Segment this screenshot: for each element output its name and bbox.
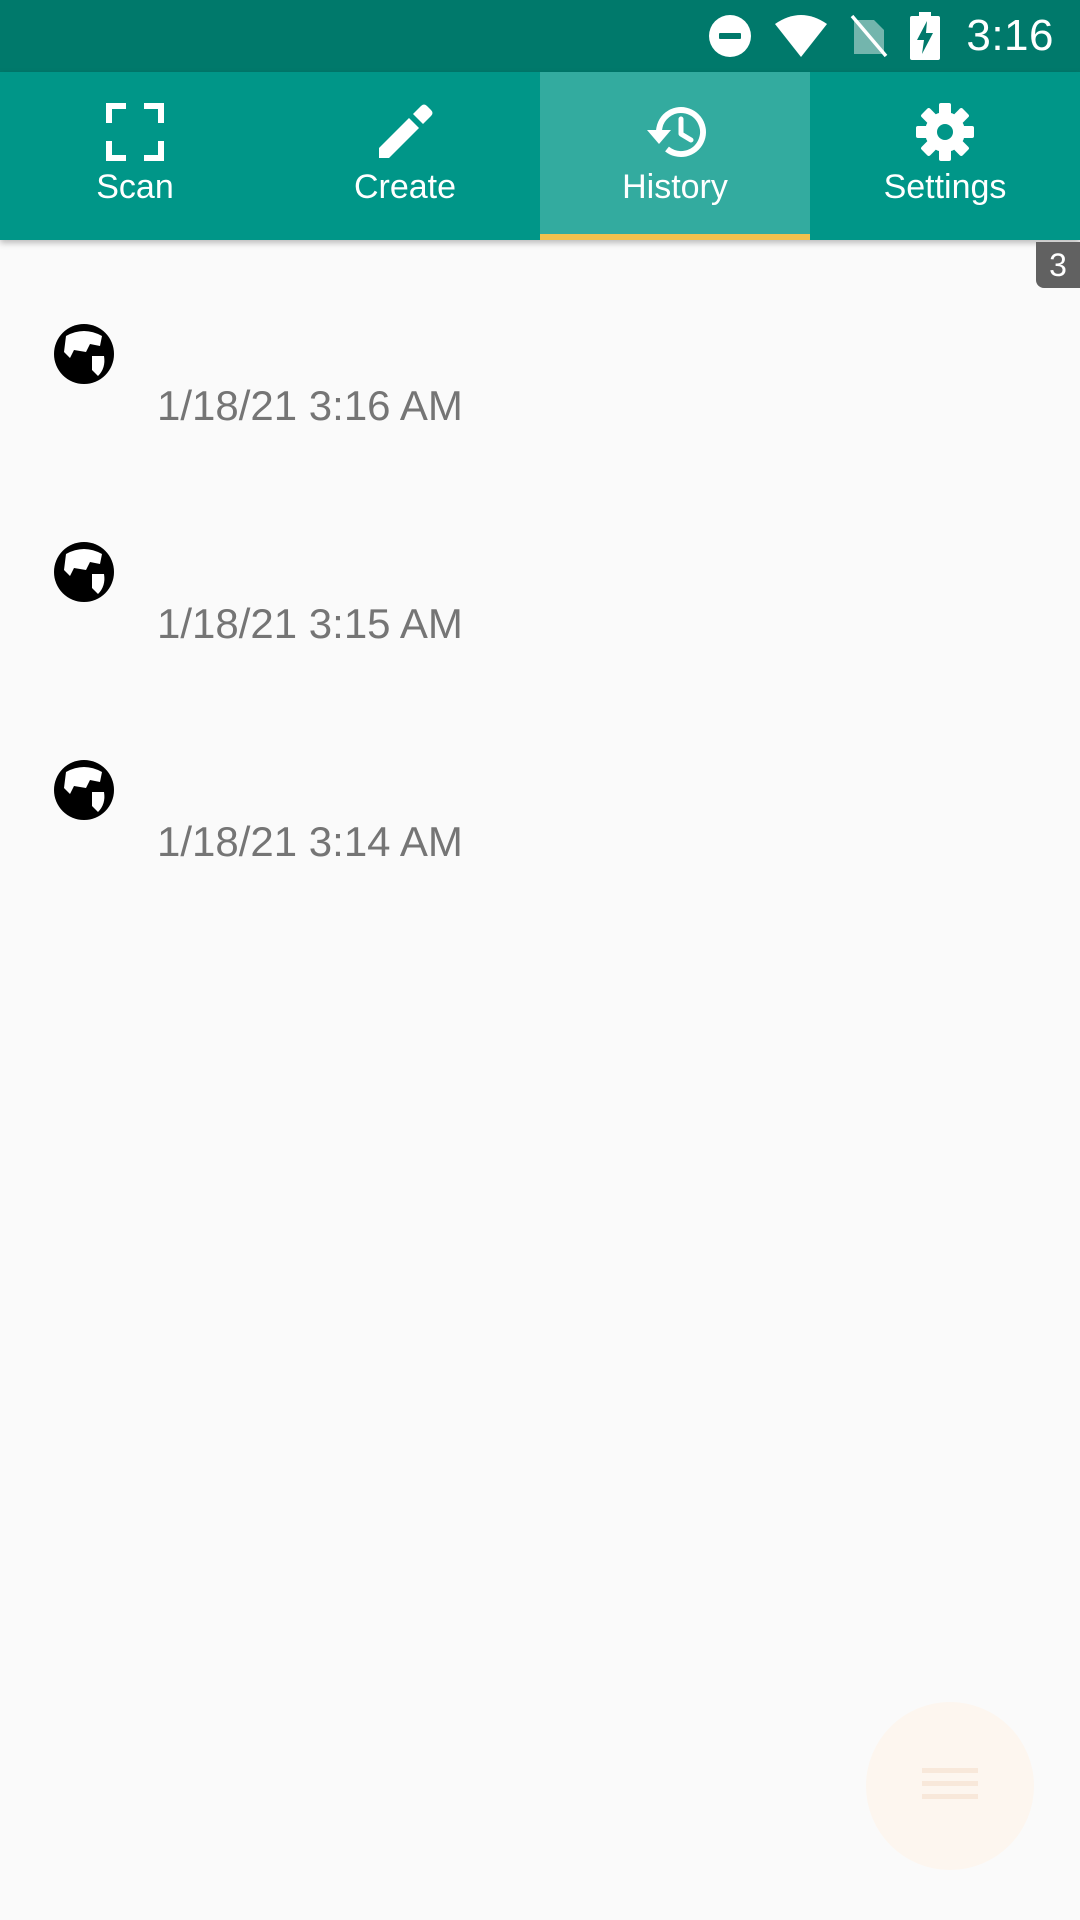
status-bar: 3:16: [0, 0, 1080, 72]
history-item[interactable]: 1/18/21 3:14 AM: [0, 676, 1080, 894]
active-tab-indicator: [540, 234, 810, 240]
history-count-badge: 3: [1036, 242, 1080, 288]
history-icon: [643, 100, 707, 164]
tab-label-create: Create: [353, 168, 457, 206]
menu-fab-button[interactable]: [866, 1702, 1034, 1870]
tab-label-history: History: [622, 168, 728, 206]
history-item[interactable]: 1/18/21 3:16 AM: [0, 240, 1080, 458]
globe-icon: [52, 758, 116, 822]
tab-history[interactable]: History: [540, 72, 810, 240]
battery-charging-icon: [910, 12, 941, 60]
gear-icon: [913, 100, 977, 164]
history-item-time: 1/18/21 3:14 AM: [157, 818, 463, 865]
menu-icon: [920, 1762, 980, 1811]
globe-icon: [52, 322, 116, 386]
wifi-icon: [774, 14, 828, 58]
tab-create[interactable]: Create: [270, 72, 540, 240]
history-item-time: 1/18/21 3:15 AM: [157, 600, 463, 647]
no-sim-icon: [850, 14, 888, 58]
scan-icon: [103, 100, 167, 164]
globe-icon: [52, 540, 116, 604]
pencil-icon: [373, 100, 437, 164]
tab-scan[interactable]: Scan: [0, 72, 270, 240]
history-item[interactable]: 1/18/21 3:15 AM: [0, 458, 1080, 676]
do-not-disturb-icon: [708, 14, 752, 58]
tab-label-scan: Scan: [96, 168, 174, 206]
tab-bar: Scan Create History Settings: [0, 72, 1080, 240]
status-time: 3:16: [966, 11, 1054, 60]
history-list: 1/18/21 3:16 AM 1/18/21 3:15 AM 1/18/21 …: [0, 240, 1080, 894]
history-item-time: 1/18/21 3:16 AM: [157, 382, 463, 429]
tab-settings[interactable]: Settings: [810, 72, 1080, 240]
tab-label-settings: Settings: [883, 168, 1007, 206]
